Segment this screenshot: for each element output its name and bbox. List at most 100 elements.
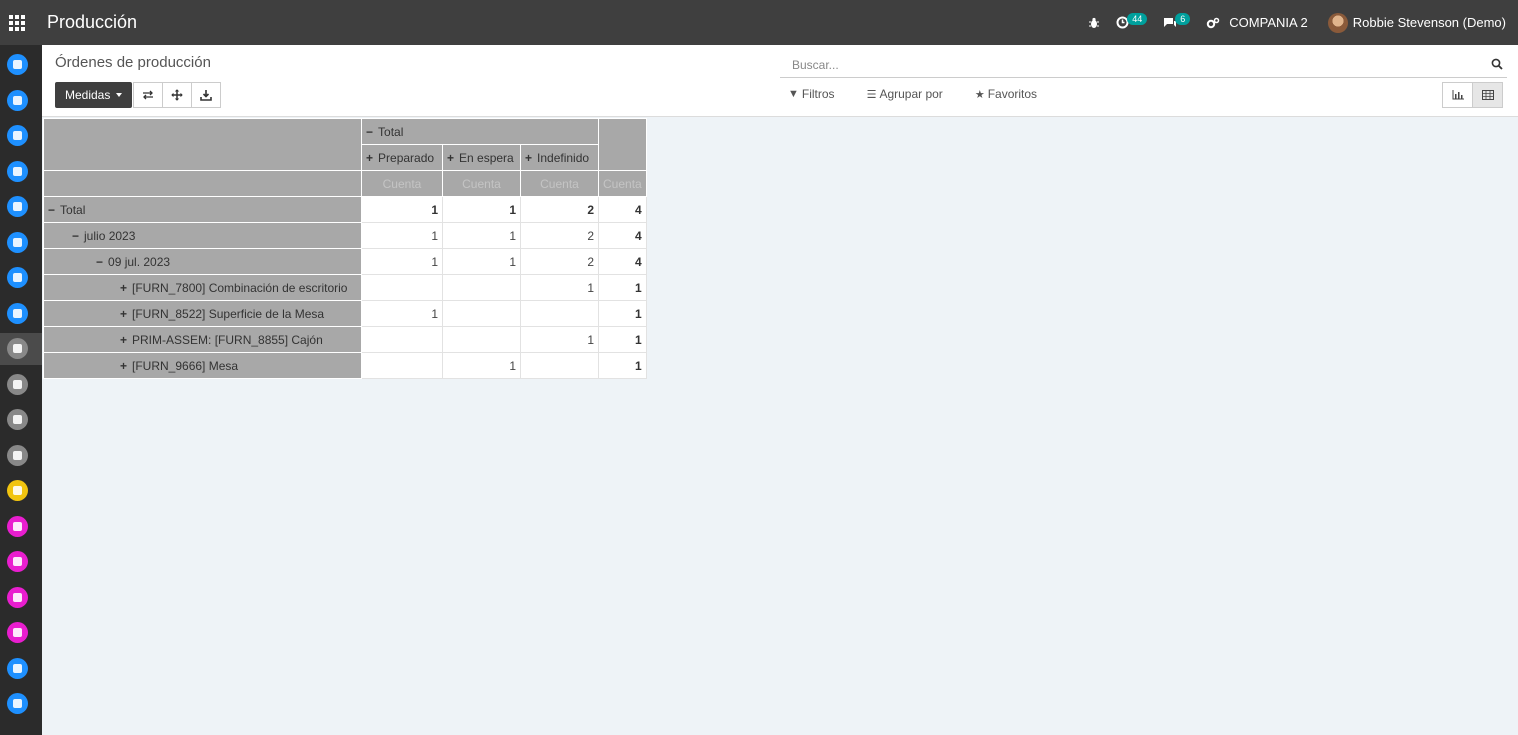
flip-axis-button[interactable]	[133, 82, 163, 108]
row-header[interactable]: − julio 2023	[43, 222, 362, 249]
pivot-cell[interactable]: 2	[520, 248, 599, 275]
pivot-cell[interactable]	[442, 300, 521, 327]
measure-header[interactable]: Cuenta	[442, 170, 521, 197]
sidebar-email-marketing-icon[interactable]	[7, 622, 28, 643]
pivot-cell[interactable]: 4	[598, 222, 647, 249]
measure-header[interactable]: Cuenta	[520, 170, 599, 197]
sidebar-timesheets-icon[interactable]	[7, 551, 28, 572]
col-total-header[interactable]: − Total	[361, 118, 599, 145]
table-row: + PRIM-ASSEM: [FURN_8855] Cajón 1 1	[43, 326, 647, 353]
favorites-button[interactable]: ★ Favoritos	[975, 87, 1037, 101]
pivot-cell[interactable]: 1	[520, 274, 599, 301]
sidebar-maintenance-icon[interactable]	[7, 409, 28, 430]
company-switcher[interactable]: COMPANIA 2	[1206, 15, 1308, 30]
pivot-view-button[interactable]	[1472, 82, 1503, 108]
sidebar-website-icon[interactable]	[7, 231, 28, 253]
sidebar-crm-icon[interactable]	[7, 196, 28, 217]
avatar	[1327, 12, 1348, 33]
pivot-cell[interactable]	[442, 326, 521, 353]
pivot-cell[interactable]: 1	[361, 300, 443, 327]
pivot-cell[interactable]: 1	[598, 326, 647, 353]
sidebar-glyph	[13, 379, 22, 389]
sidebar-quality-icon[interactable]	[7, 373, 28, 395]
sidebar-glyph	[13, 237, 22, 247]
measure-header[interactable]: Cuenta	[361, 170, 443, 197]
row-header[interactable]: + [FURN_9666] Mesa	[43, 352, 362, 379]
search-icon[interactable]	[1491, 58, 1503, 70]
pivot-cell[interactable]: 4	[598, 196, 647, 223]
row-header[interactable]: + PRIM-ASSEM: [FURN_8855] Cajón	[43, 326, 362, 353]
debug-button[interactable]	[1088, 17, 1100, 29]
pivot-cell[interactable]: 1	[598, 300, 647, 327]
pivot-cell[interactable]: 1	[598, 274, 647, 301]
sidebar-employees-icon[interactable]	[7, 480, 28, 501]
pivot-cell[interactable]: 2	[520, 196, 599, 223]
pivot-cell[interactable]	[520, 352, 599, 379]
pivot-cell[interactable]: 2	[520, 222, 599, 249]
filters-button[interactable]: ▼ Filtros	[788, 87, 835, 101]
pivot-cell[interactable]: 1	[442, 248, 521, 275]
sidebar-project-icon[interactable]	[7, 586, 28, 608]
sidebar-settings-icon[interactable]	[7, 693, 28, 714]
search-input[interactable]	[780, 58, 1460, 72]
activity-button[interactable]: 44	[1116, 12, 1148, 29]
sidebar-glyph	[13, 699, 22, 708]
view-switcher	[1442, 82, 1503, 108]
col-header-preparado[interactable]: + Preparado	[361, 144, 443, 171]
pivot-cell[interactable]	[361, 326, 443, 353]
pivot-cell[interactable]: 1	[361, 222, 443, 249]
download-icon	[200, 90, 212, 101]
sidebar-inventory-icon[interactable]	[7, 267, 28, 288]
user-menu[interactable]: Robbie Stevenson (Demo)	[1327, 12, 1506, 33]
graph-view-button[interactable]	[1442, 82, 1473, 108]
app-sidebar	[0, 45, 42, 735]
sidebar-plm-icon[interactable]	[7, 444, 28, 466]
sidebar-contacts-icon[interactable]	[7, 125, 28, 146]
apps-menu-button[interactable]	[0, 0, 33, 45]
sidebar-manufacturing-icon[interactable]	[7, 338, 28, 359]
sidebar-documents-icon[interactable]	[7, 89, 28, 111]
expand-all-button[interactable]	[162, 82, 192, 108]
pivot-cell[interactable]: 1	[442, 222, 521, 249]
plus-icon: +	[120, 280, 128, 295]
row-header[interactable]: − Total	[43, 196, 362, 223]
pivot-cell[interactable]: 1	[520, 326, 599, 353]
pivot-cell[interactable]	[442, 274, 521, 301]
download-button[interactable]	[191, 82, 221, 108]
top-navbar: Producción 44 6 COMPANIA 2 Robbie Steven…	[0, 0, 1518, 45]
sidebar-purchase-icon[interactable]	[7, 302, 28, 324]
group-by-label: Agrupar por	[879, 87, 943, 101]
row-header[interactable]: + [FURN_8522] Superficie de la Mesa	[43, 300, 362, 327]
messages-button[interactable]: 6	[1163, 12, 1191, 29]
measure-header[interactable]: Cuenta	[598, 170, 647, 197]
table-icon	[1481, 90, 1494, 100]
sidebar-discuss-icon[interactable]	[7, 54, 28, 75]
bar-chart-icon	[1452, 90, 1464, 100]
pivot-cell[interactable]	[361, 352, 443, 379]
app-title[interactable]: Producción	[47, 12, 137, 33]
plus-icon: +	[366, 150, 374, 165]
sidebar-glyph	[13, 486, 22, 495]
row-header[interactable]: + [FURN_7800] Combinación de escritorio	[43, 274, 362, 301]
measures-dropdown-button[interactable]: Medidas	[55, 82, 133, 108]
row-header[interactable]: −09 jul. 2023	[43, 248, 362, 275]
col-header-en-espera[interactable]: + En espera	[442, 144, 521, 171]
sidebar-expenses-icon[interactable]	[7, 515, 28, 537]
pivot-cell[interactable]: 1	[598, 352, 647, 379]
arrows-icon	[171, 89, 183, 101]
sidebar-glyph	[13, 166, 22, 176]
sidebar-surveys-icon[interactable]	[7, 657, 28, 679]
col-header-indefinido[interactable]: + Indefinido	[520, 144, 599, 171]
pivot-cell[interactable]: 1	[442, 196, 521, 223]
sidebar-glyph	[13, 95, 22, 105]
pivot-cell[interactable]: 4	[598, 248, 647, 275]
group-by-button[interactable]: ☰ Agrupar por	[867, 87, 943, 101]
pivot-cell[interactable]: 1	[361, 248, 443, 275]
minus-icon: −	[72, 228, 80, 243]
pivot-cell[interactable]	[361, 274, 443, 301]
table-row: − Total 1 1 2 4	[43, 196, 647, 223]
pivot-cell[interactable]: 1	[442, 352, 521, 379]
sidebar-sales-icon[interactable]	[7, 160, 28, 182]
pivot-cell[interactable]: 1	[361, 196, 443, 223]
pivot-cell[interactable]	[520, 300, 599, 327]
